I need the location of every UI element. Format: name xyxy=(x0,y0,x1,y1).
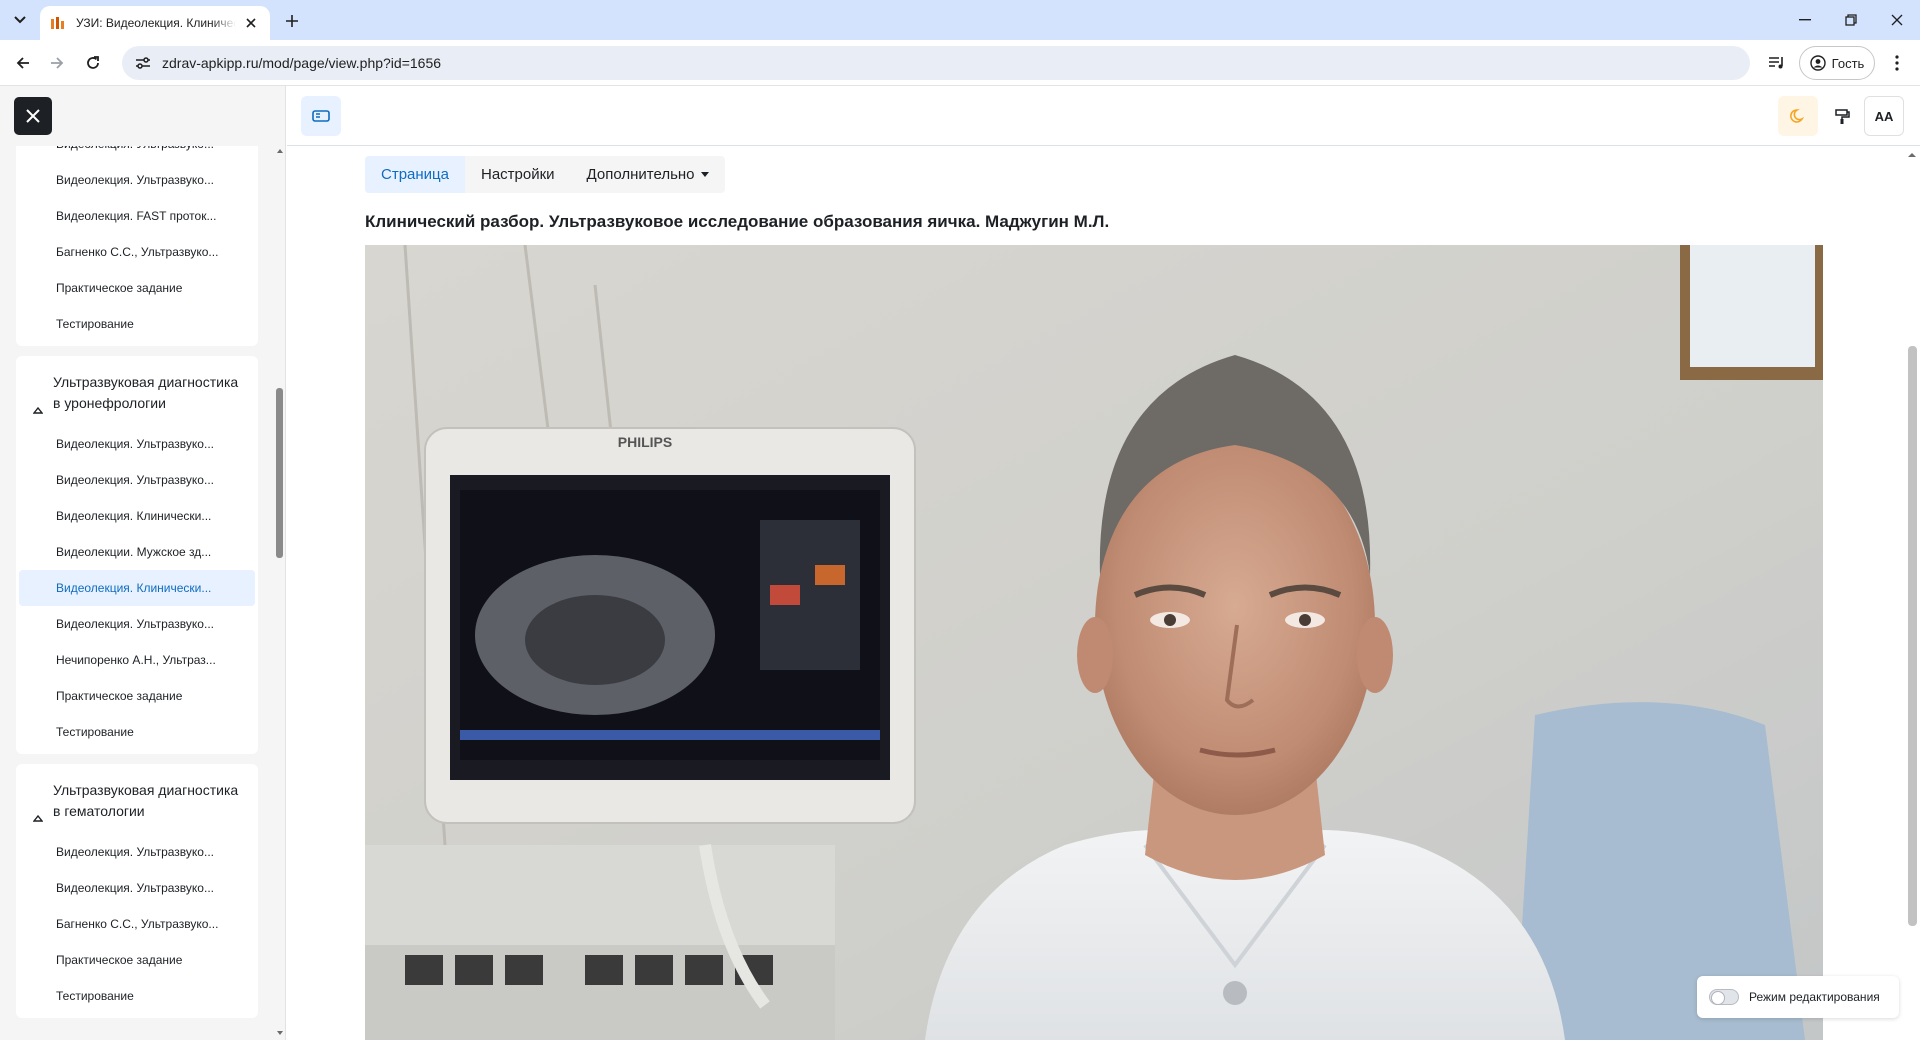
browser-tabstrip: УЗИ: Видеолекция. Клинический разбор xyxy=(0,0,1920,40)
chevron-down-icon xyxy=(14,16,26,24)
page-title: Клинический разбор. Ультразвуковое иссле… xyxy=(365,212,1110,231)
back-button[interactable] xyxy=(10,50,36,76)
site-info-icon[interactable] xyxy=(134,54,152,72)
drawer-scrollbar[interactable] xyxy=(276,146,284,1040)
course-section-top: Видеолекция. Ультразвуко... Видеолекция.… xyxy=(16,126,258,346)
section-header[interactable]: Ультразвуковая диагностика в гематологии xyxy=(16,768,258,834)
accessibility-button[interactable] xyxy=(1822,96,1862,136)
collapse-caret-icon[interactable] xyxy=(33,406,43,414)
course-section-uronephrology: Ультразвуковая диагностика в уронефролог… xyxy=(16,356,258,754)
edit-mode-switch[interactable] xyxy=(1709,989,1739,1005)
playlist-icon xyxy=(1769,57,1783,69)
course-activity-item[interactable]: Багненко С.С., Ультразвуко... xyxy=(19,906,255,942)
course-section-hematology: Ультразвуковая диагностика в гематологии… xyxy=(16,764,258,1018)
course-activity-item[interactable]: Видеолекция. Ультразвуко... xyxy=(19,462,255,498)
tab-page[interactable]: Страница xyxy=(365,156,465,193)
course-activity-item[interactable]: Практическое задание xyxy=(19,942,255,978)
course-index-toggle-button[interactable] xyxy=(301,96,341,136)
page-viewport: Видеолекция. Ультразвуко... Видеолекция.… xyxy=(0,86,1920,1040)
site-favicon-icon xyxy=(51,17,64,29)
collapse-caret-icon[interactable] xyxy=(33,814,43,822)
edit-mode-label: Режим редактирования xyxy=(1749,990,1880,1004)
font-size-button[interactable]: AA xyxy=(1864,96,1904,136)
tab-close-icon[interactable] xyxy=(242,14,260,32)
scroll-down-arrow-icon[interactable] xyxy=(276,1030,284,1036)
new-tab-button[interactable] xyxy=(280,9,304,33)
main-scrollbar-thumb[interactable] xyxy=(1908,346,1917,926)
close-drawer-button[interactable] xyxy=(14,97,52,135)
address-bar[interactable]: zdrav-apkipp.ru/mod/page/view.php?id=165… xyxy=(122,46,1750,80)
secondary-navigation: Страница Настройки Дополнительно xyxy=(365,156,725,193)
close-window-button[interactable] xyxy=(1874,0,1920,40)
tab-more-dropdown[interactable]: Дополнительно xyxy=(571,156,725,193)
browser-menu-button[interactable] xyxy=(1884,50,1910,76)
course-activity-item[interactable]: Видеолекция. Клинически... xyxy=(19,498,255,534)
profile-label: Гость xyxy=(1831,55,1865,71)
course-activity-item[interactable]: Видеолекция. Ультразвуко... xyxy=(19,834,255,870)
tab-settings[interactable]: Настройки xyxy=(465,156,571,193)
edit-mode-toggle[interactable]: Режим редактирования xyxy=(1697,976,1899,1018)
account-icon xyxy=(1809,55,1826,71)
section-title: Ультразвуковая диагностика в гематологии xyxy=(53,782,239,819)
accessibility-hand-icon xyxy=(1835,109,1850,124)
minimize-button[interactable] xyxy=(1782,0,1828,40)
scroll-up-arrow-icon[interactable] xyxy=(1907,152,1917,158)
url-text: zdrav-apkipp.ru/mod/page/view.php?id=165… xyxy=(162,55,442,71)
minimize-icon xyxy=(1799,19,1811,21)
section-header[interactable]: Ультразвуковая диагностика в уронефролог… xyxy=(16,360,258,426)
kebab-menu-icon xyxy=(1895,55,1899,71)
forward-button[interactable] xyxy=(44,50,70,76)
course-activity-item[interactable]: Практическое задание xyxy=(19,270,255,306)
main-scrollbar[interactable] xyxy=(1904,146,1920,1040)
reload-button[interactable] xyxy=(80,50,106,76)
course-activity-item[interactable]: Видеолекции. Мужское зд... xyxy=(19,534,255,570)
sidebar-panel-icon xyxy=(312,110,330,122)
tab-title: УЗИ: Видеолекция. Клинический разбор xyxy=(76,16,236,30)
section-title: Ультразвуковая диагностика в уронефролог… xyxy=(53,374,239,411)
plus-icon xyxy=(286,15,298,27)
course-activity-item[interactable]: Видеолекция. FAST проток... xyxy=(19,198,255,234)
video-frame-lecturer: PHILIPS xyxy=(365,245,1823,1040)
video-player[interactable]: PHILIPS xyxy=(365,245,1823,1040)
reload-icon xyxy=(87,56,99,69)
restore-icon xyxy=(1845,14,1857,26)
tab-more-label: Дополнительно xyxy=(586,166,695,183)
course-index: Видеолекция. Ультразвуко... Видеолекция.… xyxy=(16,126,258,1028)
browser-toolbar: zdrav-apkipp.ru/mod/page/view.php?id=165… xyxy=(0,40,1920,86)
caret-down-icon xyxy=(700,172,709,177)
course-activity-item[interactable]: Видеолекция. Ультразвуко... xyxy=(19,162,255,198)
browser-tab-active[interactable]: УЗИ: Видеолекция. Клинический разбор xyxy=(40,6,270,40)
scroll-up-arrow-icon[interactable] xyxy=(276,148,284,154)
course-activity-item[interactable]: Практическое задание xyxy=(19,678,255,714)
course-activity-item[interactable]: Видеолекция. Ультразвуко... xyxy=(19,870,255,906)
moon-icon xyxy=(1790,109,1805,123)
arrow-right-icon xyxy=(51,57,64,69)
media-controls-button[interactable] xyxy=(1764,50,1790,76)
window-controls xyxy=(1782,0,1920,40)
course-activity-item-current[interactable]: Видеолекция. Клинически... xyxy=(19,570,255,606)
close-icon xyxy=(1891,14,1903,26)
restore-button[interactable] xyxy=(1828,0,1874,40)
course-activity-item[interactable]: Видеолекция. Ультразвуко... xyxy=(19,606,255,642)
top-navbar: AA xyxy=(287,86,1920,146)
course-activity-item[interactable]: Тестирование xyxy=(19,978,255,1014)
course-activity-item[interactable]: Нечипоренко А.Н., Ультраз... xyxy=(19,642,255,678)
course-activity-item[interactable]: Видеолекция. Ультразвуко... xyxy=(19,426,255,462)
course-activity-item[interactable]: Багненко С.С., Ультразвуко... xyxy=(19,234,255,270)
course-index-drawer: Видеолекция. Ультразвуко... Видеолекция.… xyxy=(0,86,286,1040)
course-activity-item[interactable]: Тестирование xyxy=(19,714,255,750)
drawer-scrollbar-thumb[interactable] xyxy=(276,388,283,558)
tab-search-button[interactable] xyxy=(8,8,32,32)
dark-mode-button[interactable] xyxy=(1778,96,1818,136)
course-activity-item[interactable]: Тестирование xyxy=(19,306,255,342)
profile-button[interactable]: Гость xyxy=(1799,46,1875,80)
video-brand-text: PHILIPS xyxy=(618,434,672,450)
arrow-left-icon xyxy=(16,57,29,69)
drawer-header xyxy=(0,86,285,146)
close-icon xyxy=(26,109,40,123)
